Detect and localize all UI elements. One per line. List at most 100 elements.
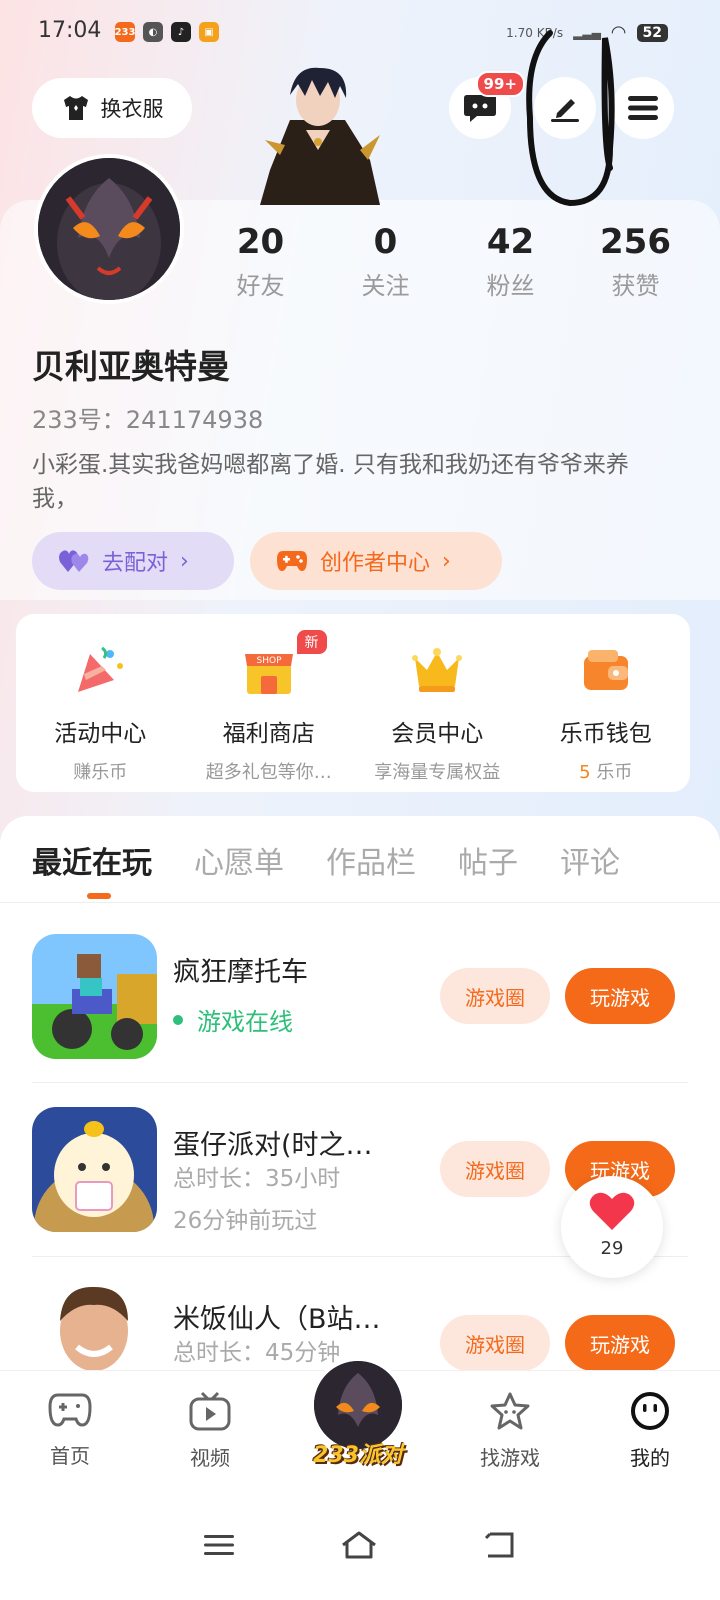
game-title: 蛋仔派对(时之…	[173, 1130, 373, 1161]
shirt-icon	[63, 96, 88, 120]
hamburger-icon	[628, 96, 658, 120]
nav-home[interactable]: 首页	[0, 1371, 140, 1490]
tab-recent[interactable]: 最近在玩	[32, 838, 152, 882]
stat-label: 好友	[236, 272, 285, 300]
nav-label: 视频	[190, 1446, 230, 1470]
stat-number: 42	[486, 222, 535, 262]
stat-label: 粉丝	[486, 272, 535, 300]
menu-subtitle: 赚乐币	[73, 762, 128, 783]
home-icon[interactable]	[339, 1529, 379, 1561]
menu-subtitle: 5 乐币	[522, 758, 691, 784]
system-nav-bar	[0, 1490, 720, 1600]
svg-text:SHOP: SHOP	[256, 656, 282, 666]
profile-stats: 20 好友 0 关注 42 粉丝 256 获赞	[198, 222, 698, 301]
heart-icon	[589, 1192, 635, 1230]
tab-wishlist[interactable]: 心愿单	[194, 838, 284, 882]
chevron-right-icon: ›	[180, 548, 189, 574]
menu-subtitle: 享海量专属权益	[374, 762, 501, 783]
hearts-icon	[59, 550, 89, 572]
match-button[interactable]: 去配对 ›	[32, 532, 234, 590]
game-title: 疯狂摩托车	[173, 957, 308, 988]
party-popper-icon	[78, 646, 124, 692]
gamepad-icon	[277, 551, 307, 571]
outfit-label: 换衣服	[100, 97, 164, 121]
nav-label: 首页	[50, 1444, 90, 1468]
bottom-nav: 首页 视频 233派对 找游戏 我的	[0, 1357, 720, 1490]
recent-apps-icon[interactable]	[202, 1532, 236, 1558]
nav-label: 找游戏	[480, 1446, 540, 1470]
nav-mine[interactable]: 我的	[580, 1371, 720, 1490]
game-online-status: 游戏在线	[173, 1002, 293, 1037]
game-circle-button[interactable]: 游戏圈	[440, 1315, 550, 1371]
nav-label: 我的	[630, 1446, 670, 1470]
menu-wallet[interactable]: 乐币钱包 5 乐币	[522, 614, 691, 792]
nav-party-center[interactable]: 233派对	[280, 1357, 440, 1490]
character-figure	[250, 60, 390, 209]
stat-following[interactable]: 0 关注	[323, 222, 448, 301]
stat-fans[interactable]: 42 粉丝	[448, 222, 573, 301]
stat-label: 获赞	[611, 272, 660, 300]
game-duration: 总时长：35小时	[173, 1166, 341, 1192]
stat-friends[interactable]: 20 好友	[198, 222, 323, 301]
wallet-unit: 乐币	[596, 762, 633, 783]
status-time: 17:04	[38, 18, 102, 43]
shop-icon: SHOP	[244, 654, 293, 694]
tab-works[interactable]: 作品栏	[326, 838, 416, 882]
handwritten-scribble	[525, 28, 625, 212]
avatar-image	[38, 158, 180, 300]
row-divider	[32, 1082, 688, 1083]
battery-level: 52	[636, 23, 668, 42]
status-app-icons: 233 ◐ ♪ ▣	[115, 22, 219, 42]
content-tabs: 最近在玩 心愿单 作品栏 帖子 评论	[0, 838, 720, 882]
messages-button[interactable]: 99+	[449, 71, 525, 139]
wallet-balance: 5	[579, 762, 591, 783]
game-thumbnail	[32, 934, 157, 1059]
nav-video[interactable]: 视频	[140, 1371, 280, 1490]
creator-center-button[interactable]: 创作者中心 ›	[250, 532, 502, 590]
game-circle-button[interactable]: 游戏圈	[440, 1141, 550, 1197]
menu-subtitle: 超多礼包等你…	[205, 762, 332, 783]
wallet-icon	[583, 650, 628, 690]
party-logo-text: 233派对	[313, 1443, 403, 1468]
tab-posts[interactable]: 帖子	[458, 838, 518, 882]
like-count: 29	[600, 1238, 624, 1259]
outfit-button[interactable]: 换衣服	[32, 78, 192, 138]
play-game-button[interactable]: 玩游戏	[565, 1315, 675, 1371]
tv-icon	[189, 1391, 231, 1431]
match-label: 去配对	[102, 551, 169, 576]
menu-title: 会员中心	[391, 721, 484, 747]
avatar[interactable]	[34, 154, 184, 304]
tab-comments[interactable]: 评论	[560, 838, 620, 882]
menu-vip-center[interactable]: 会员中心 享海量专属权益	[353, 614, 522, 792]
stat-number: 256	[600, 222, 671, 262]
user-id: 233号：241174938	[32, 406, 264, 434]
creator-label: 创作者中心	[320, 551, 431, 576]
like-float-button[interactable]: 29	[561, 1176, 663, 1278]
smiley-icon	[631, 1392, 669, 1430]
new-badge: 新	[294, 628, 329, 656]
game-duration: 总时长：45分钟	[173, 1340, 341, 1366]
stat-number: 0	[373, 222, 398, 262]
menu-welfare-shop[interactable]: SHOP 新 福利商店 超多礼包等你…	[185, 614, 354, 792]
tab-divider	[0, 902, 720, 903]
game-row[interactable]: 疯狂摩托车 游戏在线 游戏圈 玩游戏	[32, 934, 688, 1084]
online-text: 游戏在线	[197, 1008, 293, 1036]
game-circle-button[interactable]: 游戏圈	[440, 968, 550, 1024]
star-face-icon	[490, 1392, 530, 1430]
stat-likes[interactable]: 256 获赞	[573, 222, 698, 301]
menu-activity-center[interactable]: 活动中心 赚乐币	[16, 614, 185, 792]
game-title: 米饭仙人（B站…	[173, 1304, 381, 1335]
app-leaf-icon: ◐	[143, 22, 163, 42]
game-thumbnail	[32, 1107, 157, 1232]
app-game-icon: ▣	[199, 22, 219, 42]
menu-title: 乐币钱包	[559, 721, 652, 747]
back-icon[interactable]	[482, 1530, 518, 1560]
app-tiktok-icon: ♪	[171, 22, 191, 42]
stat-number: 20	[236, 222, 285, 262]
chat-icon	[464, 95, 496, 122]
nav-find-game[interactable]: 找游戏	[440, 1371, 580, 1490]
gamepad-icon	[48, 1393, 92, 1427]
tab-indicator	[87, 893, 111, 899]
menu-title: 活动中心	[54, 721, 147, 747]
play-game-button[interactable]: 玩游戏	[565, 968, 675, 1024]
